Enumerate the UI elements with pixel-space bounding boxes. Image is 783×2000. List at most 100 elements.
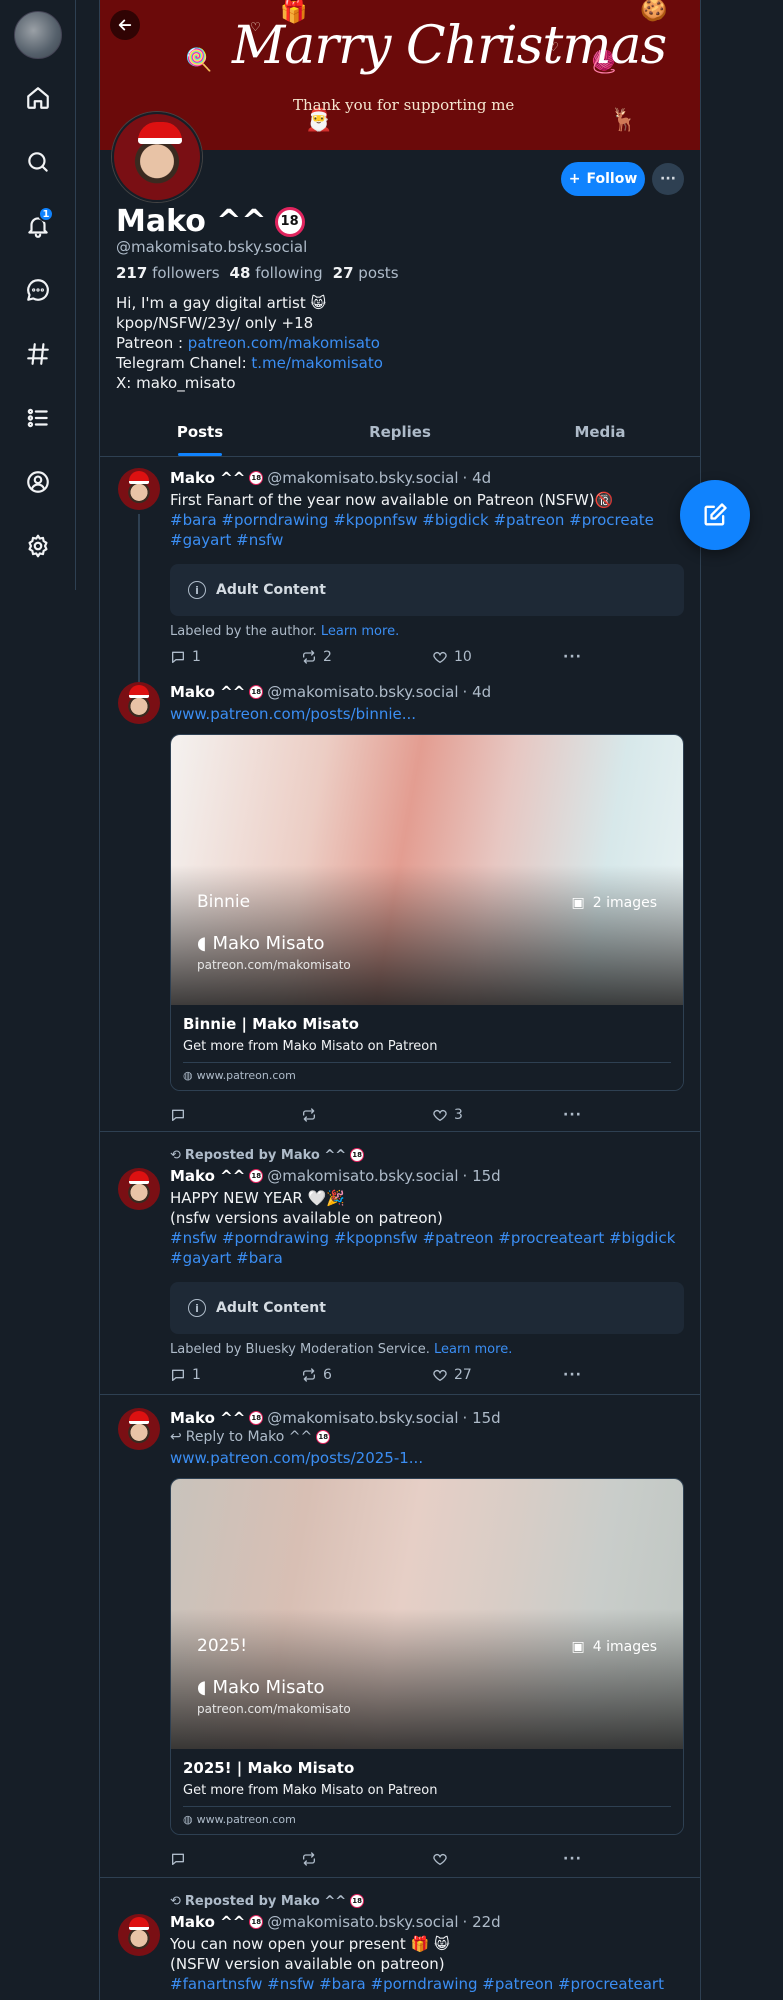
post-hashtags[interactable]: #bara #porndrawing #kpopnfsw #bigdick #p… [170,510,684,550]
repost-icon: ⟲ [170,1147,181,1163]
profile-more-options-button[interactable]: ··· [652,163,684,195]
link-preview-card[interactable]: 2025! ▣ 4 images ◖ Mako Misato patreon.com… [170,1478,684,1835]
post-link[interactable]: www.patreon.com/posts/binnie... [170,704,684,724]
back-button[interactable] [110,10,140,40]
post-time[interactable]: · 4d [463,469,492,487]
globe-icon: ◍ [183,1813,193,1826]
post-author-avatar[interactable] [118,1408,160,1450]
post-author-handle[interactable]: @makomisato.bsky.social [267,469,458,487]
post-author-name[interactable]: Mako ^^ [170,1913,245,1931]
telegram-link[interactable]: t.me/makomisato [251,354,383,372]
post-text: You can now open your present 🎁 😸 (NSFW … [170,1934,684,1994]
chat-bubble-icon[interactable] [22,274,54,306]
moderation-label-note: Labeled by the author. Learn more. [170,624,400,639]
repost-button[interactable]: 2 [301,649,432,665]
hashtag-feeds-icon[interactable] [22,338,54,370]
repost-button[interactable] [301,1851,432,1867]
age-18-badge: 18 [249,1169,264,1183]
bio-line: kpop/NSFW/23y/ only +18 [116,314,314,332]
reply-to-indicator[interactable]: ↩ Reply to Mako ^^ 18 [170,1428,684,1446]
post-time[interactable]: · 4d [463,683,492,701]
candy-cane-icon: 🍭 [185,48,213,73]
current-user-avatar[interactable] [14,11,62,59]
post-hashtags[interactable]: #fanartnsfw #nsfw #bara #porndrawing #pa… [170,1974,684,1994]
link-preview-card[interactable]: Binnie ▣ 2 images ◖ Mako Misato patreon.co… [170,734,684,1091]
age-18-badge: 18 [350,1148,365,1162]
age-18-badge: 18 [274,206,305,237]
post-author-handle[interactable]: @makomisato.bsky.social [267,683,458,701]
post-time[interactable]: · 15d [463,1409,501,1427]
like-button[interactable] [432,1851,563,1867]
repost-button[interactable]: 6 [301,1367,432,1383]
post-text: First Fanart of the year now available o… [170,490,684,550]
reply-icon [172,651,184,663]
post-more-button[interactable]: ··· [563,1367,603,1383]
profile-icon[interactable] [22,466,54,498]
post-author-avatar[interactable] [118,1168,160,1210]
post-author-avatar[interactable] [118,468,160,510]
like-button[interactable]: 10 [432,649,563,665]
learn-more-link[interactable]: Learn more. [434,1342,512,1357]
repost-indicator[interactable]: ⟲ Reposted by Mako ^^ 18 [170,1892,684,1910]
post-author-name[interactable]: Mako ^^ [170,683,245,701]
adult-content-warning[interactable]: i Adult Content [170,564,684,616]
settings-gear-icon[interactable] [22,530,54,562]
reply-icon [172,1369,184,1381]
post-author-handle[interactable]: @makomisato.bsky.social [267,1913,458,1931]
learn-more-link[interactable]: Learn more. [321,624,399,639]
post-more-button[interactable]: ··· [563,649,603,665]
card-description: Get more from Mako Misato on Patreon [183,1783,438,1798]
post-author-avatar[interactable] [118,1914,160,1956]
notifications-bell-icon[interactable]: 1 [22,206,54,242]
post-actions: ··· [170,1849,684,1869]
repost-indicator[interactable]: ⟲ Reposted by Mako ^^ 18 [170,1146,684,1164]
age-18-badge: 18 [249,471,264,485]
repost-button[interactable] [301,1107,432,1123]
post-author-name[interactable]: Mako ^^ [170,1409,245,1427]
post-link[interactable]: www.patreon.com/posts/2025-1... [170,1448,684,1468]
banner-title: Marry Christmas [232,16,667,76]
lists-icon[interactable] [22,402,54,434]
search-icon[interactable] [22,146,54,178]
reply-button[interactable] [170,1851,301,1867]
like-button[interactable]: 27 [432,1367,563,1383]
banner-subtitle: Thank you for supporting me [293,96,515,114]
post-time[interactable]: · 22d [463,1913,501,1931]
followers-stat[interactable]: 217 followers [116,264,220,282]
image-count: ▣ 4 images [571,1639,658,1655]
reply-arrow-icon: ↩ [170,1429,182,1445]
moderation-label-note: Labeled by Bluesky Moderation Service. L… [170,1342,513,1357]
tab-media[interactable]: Media [500,412,700,456]
post-more-button[interactable]: ··· [563,1107,603,1123]
post-author-name[interactable]: Mako ^^ [170,469,245,487]
post-author-handle[interactable]: @makomisato.bsky.social [267,1409,458,1427]
home-icon[interactable] [22,82,54,114]
compose-pencil-icon [704,503,727,526]
image-count: ▣ 2 images [571,895,658,911]
follow-button[interactable]: + Follow [561,162,645,196]
post-hashtags[interactable]: #nsfw #porndrawing #kpopnsfw #patreon #p… [170,1228,684,1268]
following-stat[interactable]: 48 following [230,264,323,282]
reply-button[interactable]: 1 [170,1367,301,1383]
profile-avatar[interactable] [112,112,202,202]
patreon-link[interactable]: patreon.com/makomisato [188,334,380,352]
like-button[interactable]: 3 [432,1107,563,1123]
reply-button[interactable] [170,1107,301,1123]
post-more-button[interactable]: ··· [563,1851,603,1867]
image-url: patreon.com/makomisato [197,1702,351,1716]
post-author-handle[interactable]: @makomisato.bsky.social [267,1167,458,1185]
bio-line: Telegram Chanel: t.me/makomisato [116,354,383,372]
follow-label: Follow [586,171,638,187]
card-title: 2025! | Mako Misato [183,1759,355,1777]
plus-icon: + [568,171,581,187]
tab-replies[interactable]: Replies [300,412,500,456]
reply-icon [172,1853,184,1865]
card-domain: ◍ www.patreon.com [183,1813,296,1826]
reply-button[interactable]: 1 [170,649,301,665]
post-time[interactable]: · 15d [463,1167,501,1185]
compose-post-button[interactable] [680,480,750,550]
adult-content-warning[interactable]: i Adult Content [170,1282,684,1334]
post-author-avatar[interactable] [118,682,160,724]
tab-posts[interactable]: Posts [100,412,300,456]
post-author-name[interactable]: Mako ^^ [170,1167,245,1185]
